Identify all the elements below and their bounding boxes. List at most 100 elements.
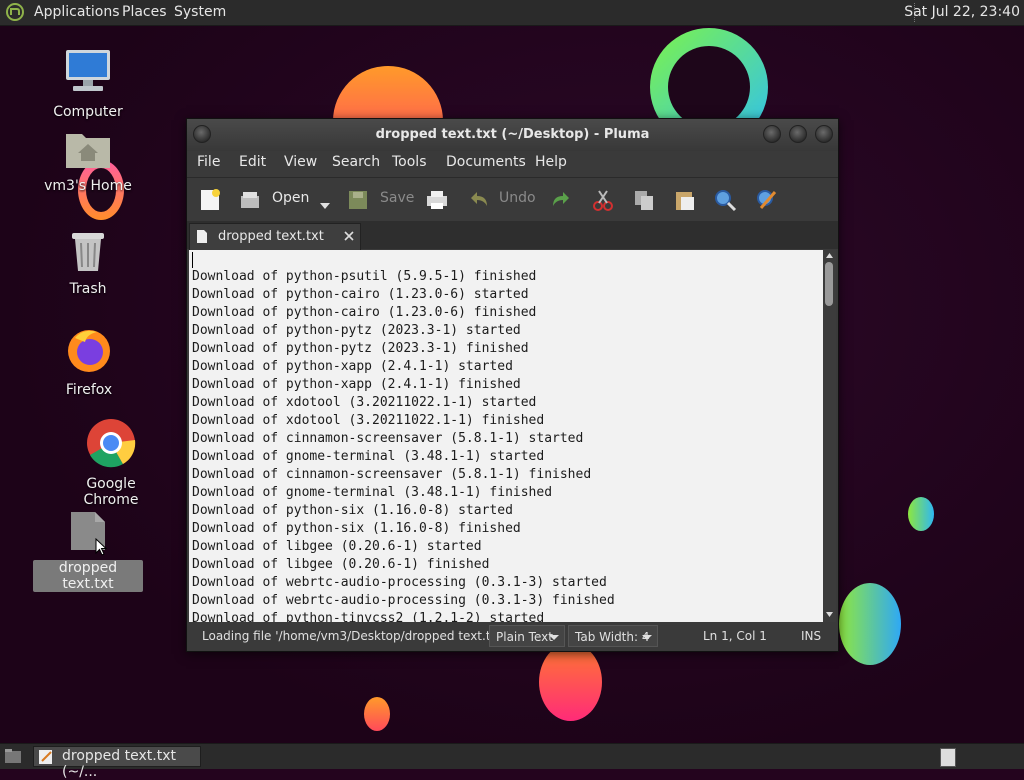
editor-line: Download of libgee (0.20.6-1) finished [192,557,490,572]
toolbar: Open Save Undo [187,177,838,222]
editor-line: Download of python-pytz (2023.3-1) start… [192,323,521,338]
scroll-up-icon[interactable] [826,253,833,258]
status-message: Loading file '/home/vm3/Desktop/dropped … [202,629,518,643]
computer-icon [66,50,110,91]
copy-icon[interactable] [632,188,656,212]
paste-icon[interactable] [673,188,697,212]
desktop-icon-dropped-text[interactable]: dropped text.txt [33,510,143,592]
desktop-icon-label: Computer [53,104,123,120]
maximize-button[interactable] [789,125,807,143]
show-desktop-icon[interactable] [4,748,22,764]
editor-line: Download of webrtc-audio-processing (0.3… [192,593,615,608]
editor-line: Download of python-tinycss2 (1.2.1-2) st… [192,611,545,622]
text-editor-icon [39,750,52,764]
window-menu-button[interactable] [193,125,211,143]
status-bar: Loading file '/home/vm3/Desktop/dropped … [187,622,838,651]
save-icon[interactable] [347,188,369,212]
text-editor[interactable]: Download of python-psutil (5.9.5-1) fini… [189,250,823,622]
chevron-down-icon [642,635,652,640]
editor-line: Download of python-pytz (2023.3-1) finis… [192,341,529,356]
editor-line: Download of python-cairo (1.23.0-6) fini… [192,305,537,320]
redo-icon[interactable] [549,188,573,212]
language-label: Plain Text [496,630,553,644]
mate-logo-icon[interactable] [6,3,24,21]
menu-search[interactable]: Search [332,154,380,170]
scroll-down-icon[interactable] [826,612,833,617]
save-button[interactable]: Save [380,190,414,206]
cut-icon[interactable] [591,188,615,212]
window-titlebar[interactable]: dropped text.txt (~/Desktop) - Pluma [187,119,838,151]
open-dropdown-icon[interactable] [320,194,330,218]
taskbar-item-pluma[interactable]: dropped text.txt (~/... [33,746,201,780]
language-selector[interactable]: Plain Text [489,625,565,647]
taskbar-item-label: dropped text.txt (~/... [62,748,176,780]
menu-edit[interactable]: Edit [239,154,266,170]
menu-applications[interactable]: Applications [34,0,120,25]
scrollbar-thumb[interactable] [825,262,833,306]
editor-line: Download of cinnamon-screensaver (5.8.1-… [192,431,584,446]
open-button[interactable]: Open [272,190,309,206]
editor-content[interactable]: Download of python-psutil (5.9.5-1) fini… [189,250,823,622]
close-window-button[interactable] [815,125,833,143]
menu-view[interactable]: View [284,154,317,170]
editor-line: Download of python-xapp (2.4.1-1) finish… [192,377,521,392]
minimize-button[interactable] [763,125,781,143]
wallpaper-big-green-blob [839,583,901,665]
desktop-icon-firefox[interactable]: Firefox [34,326,144,398]
editor-line: Download of libgee (0.20.6-1) started [192,539,482,554]
menubar: File Edit View Search Tools Documents He… [187,151,838,177]
editor-line: Download of python-xapp (2.4.1-1) starte… [192,359,513,374]
menu-file[interactable]: File [197,154,220,170]
tab-width-label: Tab Width: 4 [575,630,650,644]
chevron-down-icon [549,635,559,640]
firefox-icon [68,330,110,372]
undo-icon[interactable] [467,188,491,212]
editor-line: Download of xdotool (3.20211022.1-1) fin… [192,413,545,428]
wallpaper-pink-blob [539,643,602,721]
vertical-scrollbar[interactable] [823,250,836,622]
insert-mode: INS [801,629,822,643]
desktop-icon-home[interactable]: vm3's Home [33,128,143,194]
desktop-icon-label: vm3's Home [44,178,132,194]
new-document-icon[interactable] [199,188,221,212]
editor-line: Download of gnome-terminal (3.48.1-1) st… [192,449,545,464]
editor-line: Download of python-cairo (1.23.0-6) star… [192,287,529,302]
menu-tools[interactable]: Tools [392,154,427,170]
editor-line: Download of xdotool (3.20211022.1-1) sta… [192,395,537,410]
chrome-icon [87,419,136,468]
document-icon [197,230,207,243]
wallpaper-green-blob [908,497,934,531]
close-tab-icon[interactable] [344,231,354,241]
desktop-icon-label: dropped text.txt [33,560,143,592]
trash-icon [72,233,104,271]
window-title: dropped text.txt (~/Desktop) - Pluma [375,127,650,142]
clock[interactable]: Sat Jul 22, 23:40 [904,0,1020,25]
tab-label: dropped text.txt [218,229,324,244]
find-icon[interactable] [713,188,737,212]
menu-documents[interactable]: Documents [446,154,526,170]
desktop-icon-label: Trash [69,281,107,297]
pluma-window: dropped text.txt (~/Desktop) - Pluma Fil… [186,118,839,652]
tab-dropped-text[interactable]: dropped text.txt [189,223,361,250]
print-icon[interactable] [425,188,449,212]
tab-width-selector[interactable]: Tab Width: 4 [568,625,658,647]
menu-system[interactable]: System [174,0,226,25]
open-file-icon[interactable] [239,188,261,212]
menu-places[interactable]: Places [122,0,167,25]
tab-bar: dropped text.txt [187,221,838,250]
editor-line: Download of python-six (1.16.0-8) starte… [192,503,513,518]
workspace-switcher[interactable] [940,748,956,767]
desktop-icon-label: Firefox [65,382,113,398]
find-replace-icon[interactable] [755,188,779,212]
desktop-icon-chrome[interactable]: Google Chrome [56,418,166,508]
menu-help[interactable]: Help [535,154,567,170]
desktop-icon-computer[interactable]: Computer [33,46,143,120]
home-folder-icon [66,134,110,168]
desktop-icon-trash[interactable]: Trash [33,229,143,297]
editor-line: Download of webrtc-audio-processing (0.3… [192,575,607,590]
editor-line: Download of cinnamon-screensaver (5.8.1-… [192,467,592,482]
editor-line: Download of gnome-terminal (3.48.1-1) fi… [192,485,553,500]
desktop-icon-label: Google Chrome [83,476,139,508]
undo-button[interactable]: Undo [499,190,536,206]
